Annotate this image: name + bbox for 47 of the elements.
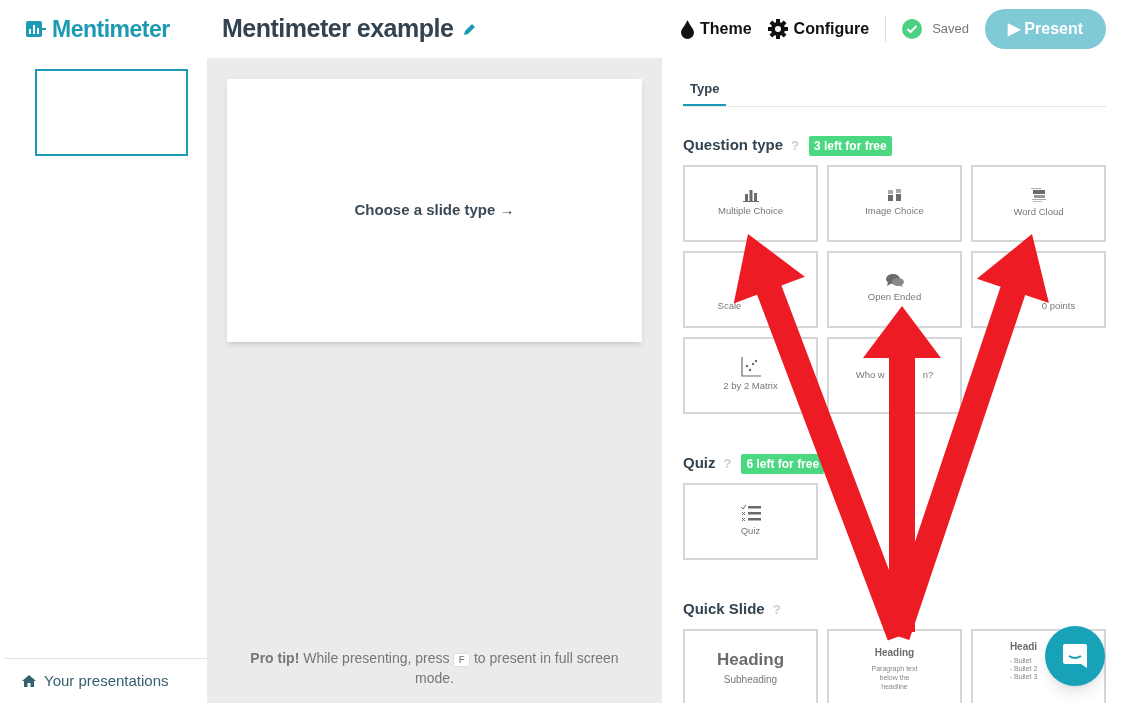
slide-type-card[interactable]: Heading Subheading: [683, 628, 818, 703]
pencil-icon[interactable]: [463, 22, 477, 36]
logo-icon: [26, 20, 46, 38]
configure-button[interactable]: Configure: [767, 17, 870, 41]
checklist-icon: [740, 503, 761, 522]
free-count-badge: 3 left for free: [808, 135, 892, 156]
drop-icon: [681, 19, 694, 39]
check-circle-icon: [902, 19, 923, 39]
slide-thumbnail[interactable]: [35, 69, 188, 156]
presentation-title: Mentimeter example: [222, 13, 454, 45]
free-count-badge: 6 left for free: [741, 453, 825, 474]
word-cloud-icon: [1029, 186, 1048, 203]
card-label: 0 points: [1041, 298, 1076, 313]
card-label: Multiple Choice: [718, 203, 783, 218]
card-label: n?: [922, 367, 934, 382]
section-heading: Quiz: [683, 453, 716, 474]
chat-bubbles-icon: [885, 273, 904, 289]
heading-preview: Headi: [1009, 639, 1038, 654]
card-label: Open Ended: [867, 290, 922, 305]
chat-icon: [1061, 642, 1089, 670]
slide-type-card[interactable]: Image Choice: [827, 164, 962, 242]
section-heading: Quick Slide: [683, 599, 765, 620]
card-label: Image Choice: [865, 203, 924, 218]
card-label: 2 by 2 Matrix: [723, 378, 778, 393]
section-heading: Question type: [683, 135, 783, 156]
card-label: Quiz: [740, 523, 761, 538]
logo-wordmark: Mentimeter: [52, 14, 170, 44]
home-icon: [22, 675, 36, 687]
subheading-preview: Subheading: [723, 673, 778, 688]
settings-icon: [767, 19, 788, 39]
bar-chart-icon: [742, 187, 759, 202]
scatter-plot-icon: [740, 356, 761, 377]
card-label: Who w: [855, 367, 885, 382]
image-bars-icon: [886, 187, 903, 202]
heading-preview: Heading: [874, 645, 915, 660]
heading-preview: Heading: [716, 648, 785, 671]
slide-type-card[interactable]: Open Ended: [827, 250, 962, 328]
card-label: Word Cloud: [1013, 204, 1064, 219]
saved-status: Saved: [932, 20, 969, 39]
slide-type-card[interactable]: Word Cloud: [971, 164, 1106, 242]
slide-type-card[interactable]: Quiz: [683, 482, 818, 560]
slide-type-card[interactable]: Multiple Choice: [683, 164, 818, 242]
theme-button[interactable]: Theme: [681, 17, 752, 41]
choose-slide-type-prompt: Choose a slide type →: [354, 200, 515, 221]
pro-tip-text: Pro tip! While presenting, press F to present in full screen mode.: [249, 649, 620, 687]
type-tab[interactable]: Type: [683, 79, 727, 106]
card-label: Scale: [717, 298, 742, 313]
